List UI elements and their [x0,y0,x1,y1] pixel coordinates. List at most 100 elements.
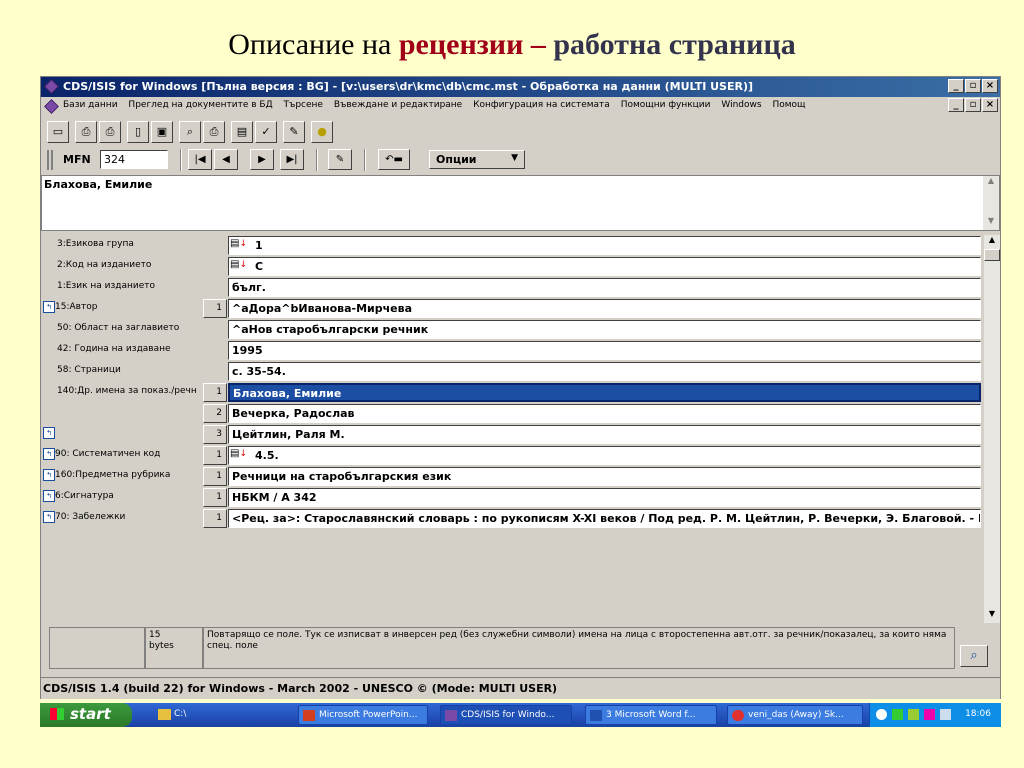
fields-scrollbar[interactable]: ▲ ▼ [984,235,1000,623]
system-tray: 18:06 [869,703,1001,727]
field-row: ↰ 70: Забележки 1 <Рец. за>: Старославянски… [41,508,981,529]
taskbar-item-skype[interactable]: veni_das (Away) Sk... [727,705,863,725]
repeat-field-icon[interactable]: ↰ [43,469,55,481]
prev-record-button[interactable]: ◀ [214,149,238,170]
menu-windows[interactable]: Windows [721,100,761,110]
minimize-button[interactable]: _ [948,79,964,93]
restore-button[interactable]: ▫ [965,79,981,93]
menu-help[interactable]: Помощ [772,100,805,110]
options-dropdown[interactable]: Опции ▼ [429,150,525,169]
record-heading-box: Блахова, Емилие ▲ ▼ [41,175,1000,231]
first-record-button[interactable]: |◀ [188,149,212,170]
save-record-icon[interactable]: ↶▬ [378,149,410,170]
menu-edit[interactable]: Въвеждане и редактиране [334,100,462,110]
repeat-field-icon[interactable]: ↰ [43,427,55,439]
heading-scrollbar[interactable]: ▲ ▼ [983,176,999,230]
options-label: Опции [436,153,477,166]
field-value-input[interactable]: с. 35-54. [228,362,981,381]
field-value-input[interactable]: 1 [228,236,981,255]
field-value-input[interactable]: НБКМ / А 342 [228,488,981,507]
field-size: 15 bytes [145,627,203,669]
last-record-button[interactable]: ▶| [280,149,304,170]
tray-language-icon[interactable] [923,709,935,720]
field-label: 90: Систематичен код [55,449,161,459]
close-button[interactable]: × [982,79,998,93]
occurrence-number[interactable]: 1 [203,446,227,465]
toolbar-grip[interactable] [47,150,53,170]
occurrence-number[interactable]: 1 [203,383,227,402]
field-value-input[interactable]: бълг. [228,278,981,297]
menubar: Бази данни Преглед на документите в БД Т… [41,97,1000,115]
scroll-down-icon[interactable]: ▼ [983,216,999,230]
form-icon[interactable]: ▤ [231,121,253,143]
taskbar-item-isis[interactable]: CDS/ISIS for Windo... [440,705,572,725]
menu-databases[interactable]: Бази данни [63,100,118,110]
repeat-field-icon[interactable]: ↰ [43,301,55,313]
field-value-input[interactable]: Цейтлин, Раля М. [228,425,981,444]
field-help-text: Повтарящо се поле. Тук се изписват в инв… [203,627,955,669]
menu-search[interactable]: Търсене [283,100,322,110]
menu-config[interactable]: Конфигурация на системата [473,100,610,110]
pencil-icon[interactable]: ✎ [283,121,305,143]
field-value-input[interactable]: <Рец. за>: Старославянский словарь : по … [228,509,981,528]
field-value-input[interactable]: ^aНов старобългарски речник [228,320,981,339]
field-value-input[interactable]: Вечерка, Радослав [228,404,981,423]
isis-app-icon [44,79,59,94]
occurrence-number[interactable]: 1 [203,488,227,507]
field-value-input[interactable]: C [228,257,981,276]
repeat-field-icon[interactable]: ↰ [43,490,55,502]
field-value-input[interactable]: ^aДора^bИванова-Мирчева [228,299,981,318]
preview-icon[interactable]: ⌕ [179,121,201,143]
tray-network-icon[interactable] [939,709,951,720]
next-record-button[interactable]: ▶ [250,149,274,170]
tray-app-icon[interactable] [891,709,903,720]
doc-restore-button[interactable]: ▫ [965,98,981,112]
print-txt-icon[interactable]: ⎙ [75,121,97,143]
field-value-input[interactable]: 4.5. [228,446,981,465]
scroll-up-icon[interactable]: ▲ [984,235,1000,249]
menu-browse[interactable]: Преглед на документите в БД [128,100,272,110]
picklist-icon[interactable]: ▤↓ [230,448,250,462]
scroll-thumb[interactable] [984,249,1000,261]
field-value-input[interactable]: Блахова, Емилие [228,383,981,402]
field-value-input[interactable]: Речници на старобългарския език [228,467,981,486]
open-folder-icon[interactable]: ▭ [47,121,69,143]
taskbar-label: 3 Microsoft Word f... [606,710,696,720]
clipboard-icon[interactable]: ▯ [127,121,149,143]
field-size-unit: bytes [149,641,174,651]
window-titlebar[interactable]: CDS/ISIS for Windows [Пълна версия : BG]… [41,77,1000,97]
scroll-up-icon[interactable]: ▲ [983,176,999,190]
menu-utilities[interactable]: Помощни функции [621,100,711,110]
doc-minimize-button[interactable]: _ [948,98,964,112]
taskbar-item-word[interactable]: 3 Microsoft Word f... [585,705,717,725]
quick-launch-folder[interactable]: C:\ [158,705,186,725]
printer-icon[interactable]: ⎙ [203,121,225,143]
tray-expand-icon[interactable] [876,709,887,720]
tray-shield-icon[interactable] [907,709,919,720]
occurrence-number[interactable]: 1 [203,467,227,486]
magnifier-icon[interactable]: ⌕ [960,645,988,667]
start-button[interactable]: start [40,703,132,727]
copy-icon[interactable]: ▣ [151,121,173,143]
field-label: 160:Предметна рубрика [55,470,171,480]
doc-close-button[interactable]: × [982,98,998,112]
occurrence-number[interactable]: 3 [203,425,227,444]
scroll-down-icon[interactable]: ▼ [984,609,1000,623]
document-icon[interactable] [44,99,59,114]
picklist-icon[interactable]: ▤↓ [230,259,250,273]
new-record-icon[interactable]: ✎ [328,149,352,170]
field-row: 140:Др. имена за показ./речн 1 Блахова, Ем… [41,382,981,403]
field-value-input[interactable]: 1995 [228,341,981,360]
occurrence-number[interactable]: 1 [203,299,227,318]
field-label: 1:Език на изданието [57,281,156,291]
lightbulb-icon[interactable]: ● [311,121,333,143]
occurrence-number[interactable]: 1 [203,509,227,528]
print-rtf-icon[interactable]: ⎙ [99,121,121,143]
picklist-icon[interactable]: ▤↓ [230,238,250,252]
repeat-field-icon[interactable]: ↰ [43,511,55,523]
mfn-input[interactable]: 324 [100,150,168,169]
repeat-field-icon[interactable]: ↰ [43,448,55,460]
taskbar-item-powerpoint[interactable]: Microsoft PowerPoin... [298,705,428,725]
occurrence-number[interactable]: 2 [203,404,227,423]
edit-check-icon[interactable]: ✓ [255,121,277,143]
